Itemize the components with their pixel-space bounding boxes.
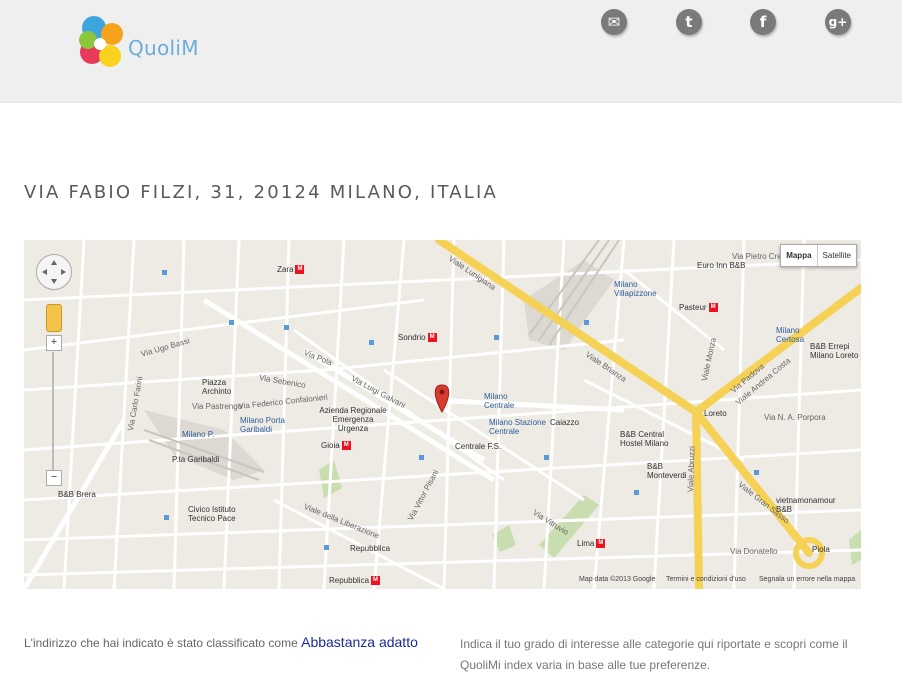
zoom-slider-track[interactable] [52,352,54,470]
map-label-pasteur: Pasteur M [679,303,718,313]
twitter-icon[interactable]: t [676,9,702,35]
map-label-civico: Civico Istituto Tecnico Pace [188,505,236,523]
map-label-milano-p: Milano P. [182,430,215,439]
google-map[interactable]: Zara M Sondrio M Gioia M Centrale F.S. Caia… [24,240,861,589]
map-label-sondrio: Sondrio M [398,333,437,343]
zoom-in-button[interactable]: + [46,335,62,351]
map-label-zara: Zara M [277,265,305,275]
map-street-donatello: Via Donatello [730,547,778,556]
map-street-pastrengo: Via Pastrengo [192,402,243,411]
map-attribution: Map data ©2013 Google [579,576,656,583]
facebook-icon[interactable]: f [750,9,776,35]
map-label-repubblica-2: Repubblica M [329,576,381,586]
map-label-azienda: Azienda Regionale Emergenza Urgenza [319,406,387,433]
brand-name: QuoliM [128,36,199,60]
map-label-lima: Lima M [577,539,606,549]
quolim-logo[interactable]: QuoliM [78,12,208,78]
map-label-vietnamonamour: vietnamonamour B&B [776,496,836,514]
map-label-caiazzo: Caiazzo [550,418,579,427]
map-street-porpora: Via N. A. Porpora [764,413,826,422]
map-label-garibaldi: P.ta Garibaldi [172,455,220,464]
map-label-loreto: Loreto [704,409,727,418]
map-label-milano-centrale: Milano Centrale [484,392,515,410]
map-type-mappa[interactable]: Mappa [781,245,818,266]
map-label-bb-brera: B&B Brera [58,490,96,499]
googleplus-icon[interactable]: g+ [825,9,851,35]
map-label-bb-central: B&B Central Hostel Milano [620,430,669,448]
map-report-link[interactable]: Segnala un errore nella mappa [759,576,855,583]
preferences-text: Indica il tuo grado di interesse alle ca… [460,637,848,672]
map-type-control: Mappa Satellite [780,244,857,267]
metro-icon: M [371,576,381,586]
map-label-bb-monteverdi: B&B Monteverdi [647,462,687,480]
map-label-milano-villapizzone: Milano Villapizzone [614,280,657,298]
map-label-milano-porta-garibaldi: Milano Porta Garibaldi [240,416,285,434]
map-label-milano-stazione: Milano Stazione Centrale [489,418,546,436]
map-label-euro-inn: Euro Inn B&B [697,261,746,270]
map-terms-link[interactable]: Termini e condizioni d'uso [666,576,746,583]
map-label-bb-errepi: B&B Errepi Milano Loreto [810,342,859,360]
map-streets [24,240,861,589]
map-label-repubblica: Repubblica [350,544,391,553]
zoom-out-button[interactable]: − [46,470,62,486]
metro-icon: M [596,539,606,549]
map-pan-control[interactable] [36,254,72,290]
metro-icon: M [427,333,437,343]
address-title: Via Fabio Filzi, 31, 20124 Milano, Itali… [24,182,499,203]
map-label-gioia: Gioia M [321,441,351,451]
map-type-satellite[interactable]: Satellite [818,245,856,266]
map-label-centrale: Centrale F.S. [455,442,502,451]
street-view-pegman-icon[interactable] [46,304,62,332]
metro-icon: M [708,303,718,313]
metro-icon: M [341,441,351,451]
classification-rank[interactable]: Abbastanza adatto [301,634,418,650]
metro-icon: M [295,265,305,275]
map-street-abruzzi: Viale Abruzzi [686,445,697,493]
map-label-piazza-archinto: Piazza Archinto [202,378,232,396]
map-label-piola: Piola [812,545,830,554]
flower-logo-icon [79,16,123,67]
site-header: QuoliM ✉ t f g+ [0,0,902,103]
email-icon[interactable]: ✉ [601,9,627,35]
classification-text: L'indirizzo che hai indicato è stato cla… [24,634,418,650]
pan-arrows-icon [42,260,66,284]
classification-label: L'indirizzo che hai indicato è stato cla… [24,636,298,650]
